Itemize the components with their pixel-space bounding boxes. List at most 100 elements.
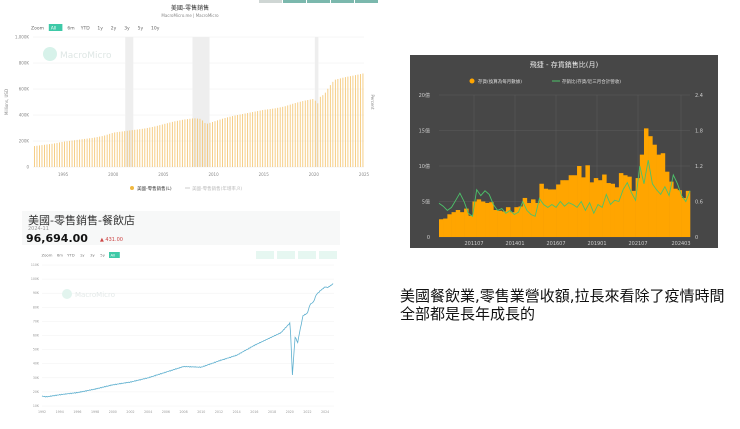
bar (660, 153, 666, 237)
y-tick-label: 800K (19, 61, 30, 66)
bar (171, 121, 173, 167)
bar (564, 180, 569, 237)
bar (623, 175, 628, 237)
bar (94, 137, 96, 167)
bar (124, 131, 126, 167)
bar (59, 142, 60, 167)
bar (309, 99, 311, 167)
range-button-Zoom[interactable]: Zoom (42, 253, 53, 258)
series-line (41, 283, 334, 398)
bar (339, 78, 341, 167)
bar (673, 188, 678, 237)
bar (111, 133, 113, 167)
bar (184, 119, 186, 167)
y-tick-label-right: 1.2 (695, 164, 703, 170)
bar (232, 116, 234, 167)
bar (131, 130, 133, 167)
range-button-1y[interactable]: 1y (80, 253, 85, 258)
note-line-1: 美國餐飲業,零售業營收額,拉長來看除了疫情時間 (400, 287, 725, 305)
range-button-10y[interactable]: 10y (151, 26, 160, 32)
bar (79, 139, 81, 167)
restaurant-sales-header: 美國-零售銷售-餐飲店 2024-11 96,694.00 ▲ 431.00 (22, 211, 340, 245)
range-button-YTD[interactable]: YTD (80, 26, 90, 32)
bar (501, 211, 507, 237)
bar (242, 113, 244, 167)
bar (269, 109, 271, 167)
bar (159, 125, 161, 167)
bar (154, 126, 156, 167)
bar (510, 212, 515, 237)
range-button-3y[interactable]: 3y (124, 26, 130, 32)
range-button-3y[interactable]: 3y (90, 253, 95, 258)
x-tick-label: 1996 (73, 410, 81, 414)
bar (207, 123, 208, 167)
bar (302, 101, 304, 167)
bar (472, 201, 477, 237)
bar (104, 135, 106, 167)
bar (443, 218, 448, 237)
bar (164, 123, 166, 167)
bar (212, 121, 213, 167)
bar (648, 136, 653, 237)
x-tick-label: 2020 (309, 172, 320, 177)
y-axis-label: Millions, USD (4, 89, 9, 115)
y-tick-label: 60K (33, 334, 40, 338)
bar (352, 75, 354, 167)
legend-item: 存銷比(存貨/近三月合計營收) (562, 78, 621, 85)
range-button-5y[interactable]: 5y (138, 26, 144, 32)
bar (139, 129, 141, 167)
x-tick-label: 1994 (56, 410, 64, 414)
bar (239, 114, 241, 167)
y-tick-label-right: 1.8 (695, 129, 703, 135)
bar (141, 128, 143, 167)
bar (234, 115, 236, 167)
bar (606, 183, 611, 237)
bar (189, 118, 191, 167)
range-button-All[interactable]: All (51, 26, 57, 32)
bar (289, 104, 291, 167)
bar (526, 202, 532, 237)
bar (585, 165, 590, 237)
range-button-6m[interactable]: 6m (67, 26, 74, 32)
bar (186, 119, 188, 167)
range-button-YTD[interactable]: YTD (67, 253, 75, 258)
range-button-2y[interactable]: 2y (111, 26, 117, 32)
bar (196, 118, 198, 167)
bar (36, 145, 38, 167)
bar (497, 210, 503, 237)
y-tick-label: 600K (19, 87, 30, 92)
x-tick-label: 1998 (91, 410, 99, 414)
y-tick-label: 110K (31, 263, 40, 267)
bar (247, 113, 249, 167)
bar (493, 210, 498, 237)
x-tick-label: 2014 (233, 410, 241, 414)
range-button-5y[interactable]: 5y (100, 253, 105, 258)
bar (44, 144, 45, 167)
bar (144, 128, 146, 167)
range-button-6m[interactable]: 6m (57, 253, 63, 258)
bar (327, 88, 329, 167)
bar (439, 219, 444, 237)
bar (229, 116, 231, 167)
bar (459, 212, 465, 237)
bar (272, 108, 274, 167)
bar (284, 106, 286, 167)
bar (74, 140, 76, 167)
x-tick-label: 2010 (208, 172, 219, 177)
bar (681, 197, 687, 237)
bar (69, 140, 71, 167)
note-line-2: 全部都是長年成長的 (400, 305, 536, 323)
range-button-1y[interactable]: 1y (97, 26, 103, 32)
y-tick-label: 400K (19, 113, 30, 118)
bar (347, 76, 349, 167)
bar (319, 96, 321, 167)
range-button-All[interactable]: All (111, 253, 116, 258)
bar (86, 138, 88, 167)
bar (34, 146, 35, 167)
bar (106, 134, 108, 167)
bar (51, 143, 53, 167)
bar (543, 188, 549, 237)
range-button-Zoom[interactable]: Zoom (31, 26, 44, 32)
y-tick-label: 100K (31, 277, 40, 281)
y-tick-label-right: 0 (695, 235, 698, 241)
